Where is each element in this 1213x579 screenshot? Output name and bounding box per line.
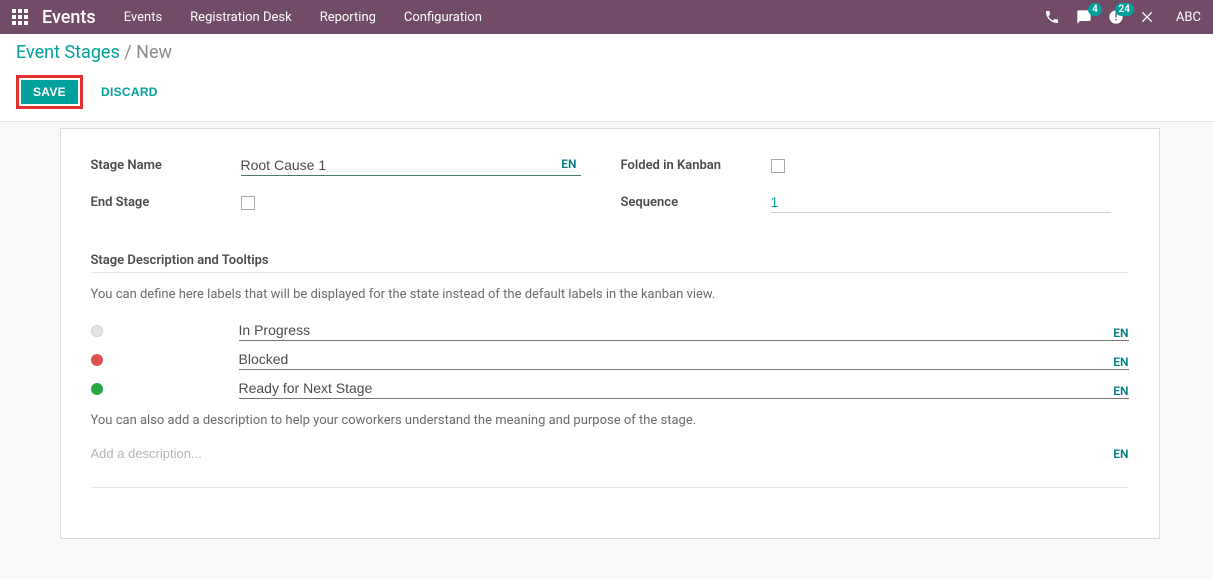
messages-badge: 4 [1088, 3, 1102, 16]
description-row: EN [91, 446, 1129, 461]
lang-tag-stage-name[interactable]: EN [561, 157, 576, 171]
status-label-grey-input[interactable] [239, 320, 1106, 340]
lang-tag-grey[interactable]: EN [1113, 326, 1128, 340]
top-field-grid: Stage Name EN Folded in Kanban End Stage… [91, 155, 1129, 213]
lang-tag-description[interactable]: EN [1113, 447, 1128, 461]
activities-icon[interactable]: 24 [1108, 9, 1124, 25]
nav-link-reporting[interactable]: Reporting [320, 10, 376, 25]
status-row-green: EN [91, 378, 1129, 399]
form-sheet: Stage Name EN Folded in Kanban End Stage… [60, 128, 1160, 539]
label-folded: Folded in Kanban [621, 158, 771, 173]
nav-link-configuration[interactable]: Configuration [404, 10, 482, 25]
lang-tag-red[interactable]: EN [1113, 355, 1128, 369]
breadcrumb-current: New [136, 42, 172, 63]
sheet-divider [91, 487, 1129, 488]
section-title: Stage Description and Tooltips [91, 253, 1129, 273]
close-icon[interactable] [1140, 9, 1156, 25]
section-help-2: You can also add a description to help y… [91, 413, 1129, 428]
folded-checkbox[interactable] [771, 159, 785, 173]
sheet-wrap: Stage Name EN Folded in Kanban End Stage… [0, 122, 1213, 539]
nav-links: Events Registration Desk Reporting Confi… [124, 10, 1044, 25]
apps-launcher-icon[interactable] [12, 9, 28, 25]
nav-link-events[interactable]: Events [124, 10, 162, 25]
status-dot-green-icon [91, 383, 103, 395]
status-label-green-input[interactable] [239, 378, 1106, 398]
label-sequence: Sequence [621, 195, 771, 210]
section-help-1: You can define here labels that will be … [91, 287, 1129, 302]
action-row: SAVE DISCARD [16, 75, 1197, 109]
save-highlight-box: SAVE [16, 75, 83, 109]
status-dot-red-icon [91, 354, 103, 366]
subheader: Event Stages / New SAVE DISCARD [0, 34, 1213, 122]
top-navbar: Events Events Registration Desk Reportin… [0, 0, 1213, 34]
label-stage-name: Stage Name [91, 158, 241, 173]
nav-right: 4 24 ABC [1044, 9, 1201, 25]
app-brand[interactable]: Events [42, 7, 96, 28]
discard-button[interactable]: DISCARD [101, 85, 158, 99]
nav-link-registration-desk[interactable]: Registration Desk [190, 10, 292, 25]
label-end-stage: End Stage [91, 195, 241, 210]
stage-name-input[interactable] [241, 155, 581, 176]
status-label-red-input[interactable] [239, 349, 1106, 369]
save-button[interactable]: SAVE [21, 80, 78, 104]
status-row-grey: EN [91, 320, 1129, 341]
status-dot-grey-icon [91, 325, 103, 337]
phone-icon[interactable] [1044, 9, 1060, 25]
breadcrumb: Event Stages / New [16, 42, 1197, 63]
activities-badge: 24 [1115, 3, 1134, 16]
description-input[interactable] [91, 446, 1106, 461]
end-stage-checkbox[interactable] [241, 196, 255, 210]
lang-tag-green[interactable]: EN [1113, 384, 1128, 398]
breadcrumb-parent[interactable]: Event Stages [16, 42, 120, 63]
sequence-input[interactable] [771, 192, 1111, 213]
breadcrumb-sep: / [124, 42, 131, 63]
user-menu[interactable]: ABC [1176, 10, 1201, 25]
messages-icon[interactable]: 4 [1076, 9, 1092, 25]
status-row-red: EN [91, 349, 1129, 370]
